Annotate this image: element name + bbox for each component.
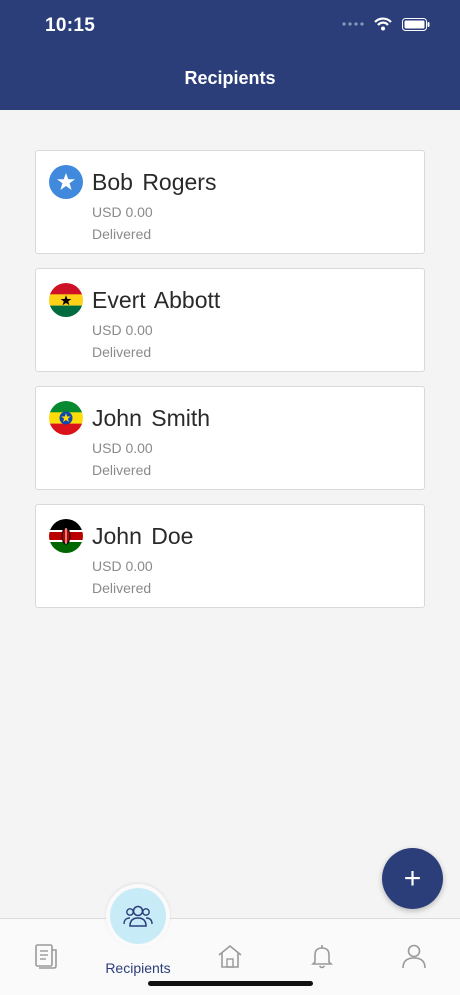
status-time: 10:15 xyxy=(45,15,96,36)
home-indicator xyxy=(148,981,313,986)
active-tab-highlight xyxy=(110,888,166,944)
recipient-amount: USD 0.00 xyxy=(92,440,153,456)
page-title: Recipients xyxy=(184,68,276,88)
ghana-flag-icon xyxy=(49,283,83,317)
add-recipient-button[interactable]: + xyxy=(382,848,443,909)
wifi-icon xyxy=(374,17,392,31)
recipient-status: Delivered xyxy=(92,226,152,242)
recipient-amount: USD 0.00 xyxy=(92,558,153,574)
app-header: 10:15 Recipients xyxy=(0,0,460,110)
recipient-name: John Smith xyxy=(92,405,211,431)
recipient-list: Bob Rogers USD 0.00 Delivered Evert Abbo… xyxy=(35,150,425,622)
recipient-name: Bob Rogers xyxy=(92,169,217,195)
recipient-status: Delivered xyxy=(92,462,152,478)
tab-home[interactable] xyxy=(215,941,245,971)
recipient-amount: USD 0.00 xyxy=(92,322,153,338)
recipient-amount: USD 0.00 xyxy=(92,204,153,220)
plus-icon: + xyxy=(403,861,422,895)
tab-recipients[interactable] xyxy=(106,884,170,948)
recipient-card[interactable]: Evert Abbott USD 0.00 Delivered xyxy=(35,268,425,372)
ethiopia-flag-icon xyxy=(49,401,83,435)
recipient-card[interactable]: John Smith USD 0.00 Delivered xyxy=(35,386,425,490)
tab-transactions[interactable] xyxy=(31,941,61,971)
recipients-icon xyxy=(123,905,153,927)
recipient-card[interactable]: Bob Rogers USD 0.00 Delivered xyxy=(35,150,425,254)
battery-icon xyxy=(402,17,430,31)
tab-recipients-label: Recipients xyxy=(105,960,171,976)
somalia-flag-icon xyxy=(49,165,83,199)
profile-icon xyxy=(402,944,426,969)
recipient-status: Delivered xyxy=(92,344,152,360)
transactions-icon xyxy=(35,944,57,969)
tab-notifications[interactable] xyxy=(307,941,337,971)
home-icon xyxy=(218,944,242,968)
recipient-name: John Doe xyxy=(92,523,194,549)
recipient-card[interactable]: John Doe USD 0.00 Delivered xyxy=(35,504,425,608)
bell-icon xyxy=(311,945,333,969)
tab-profile[interactable] xyxy=(399,941,429,971)
recipient-status: Delivered xyxy=(92,580,152,596)
status-icons xyxy=(342,17,430,31)
cellular-signal-icon xyxy=(342,22,364,26)
kenya-flag-icon xyxy=(49,519,83,553)
recipient-name: Evert Abbott xyxy=(92,287,221,313)
